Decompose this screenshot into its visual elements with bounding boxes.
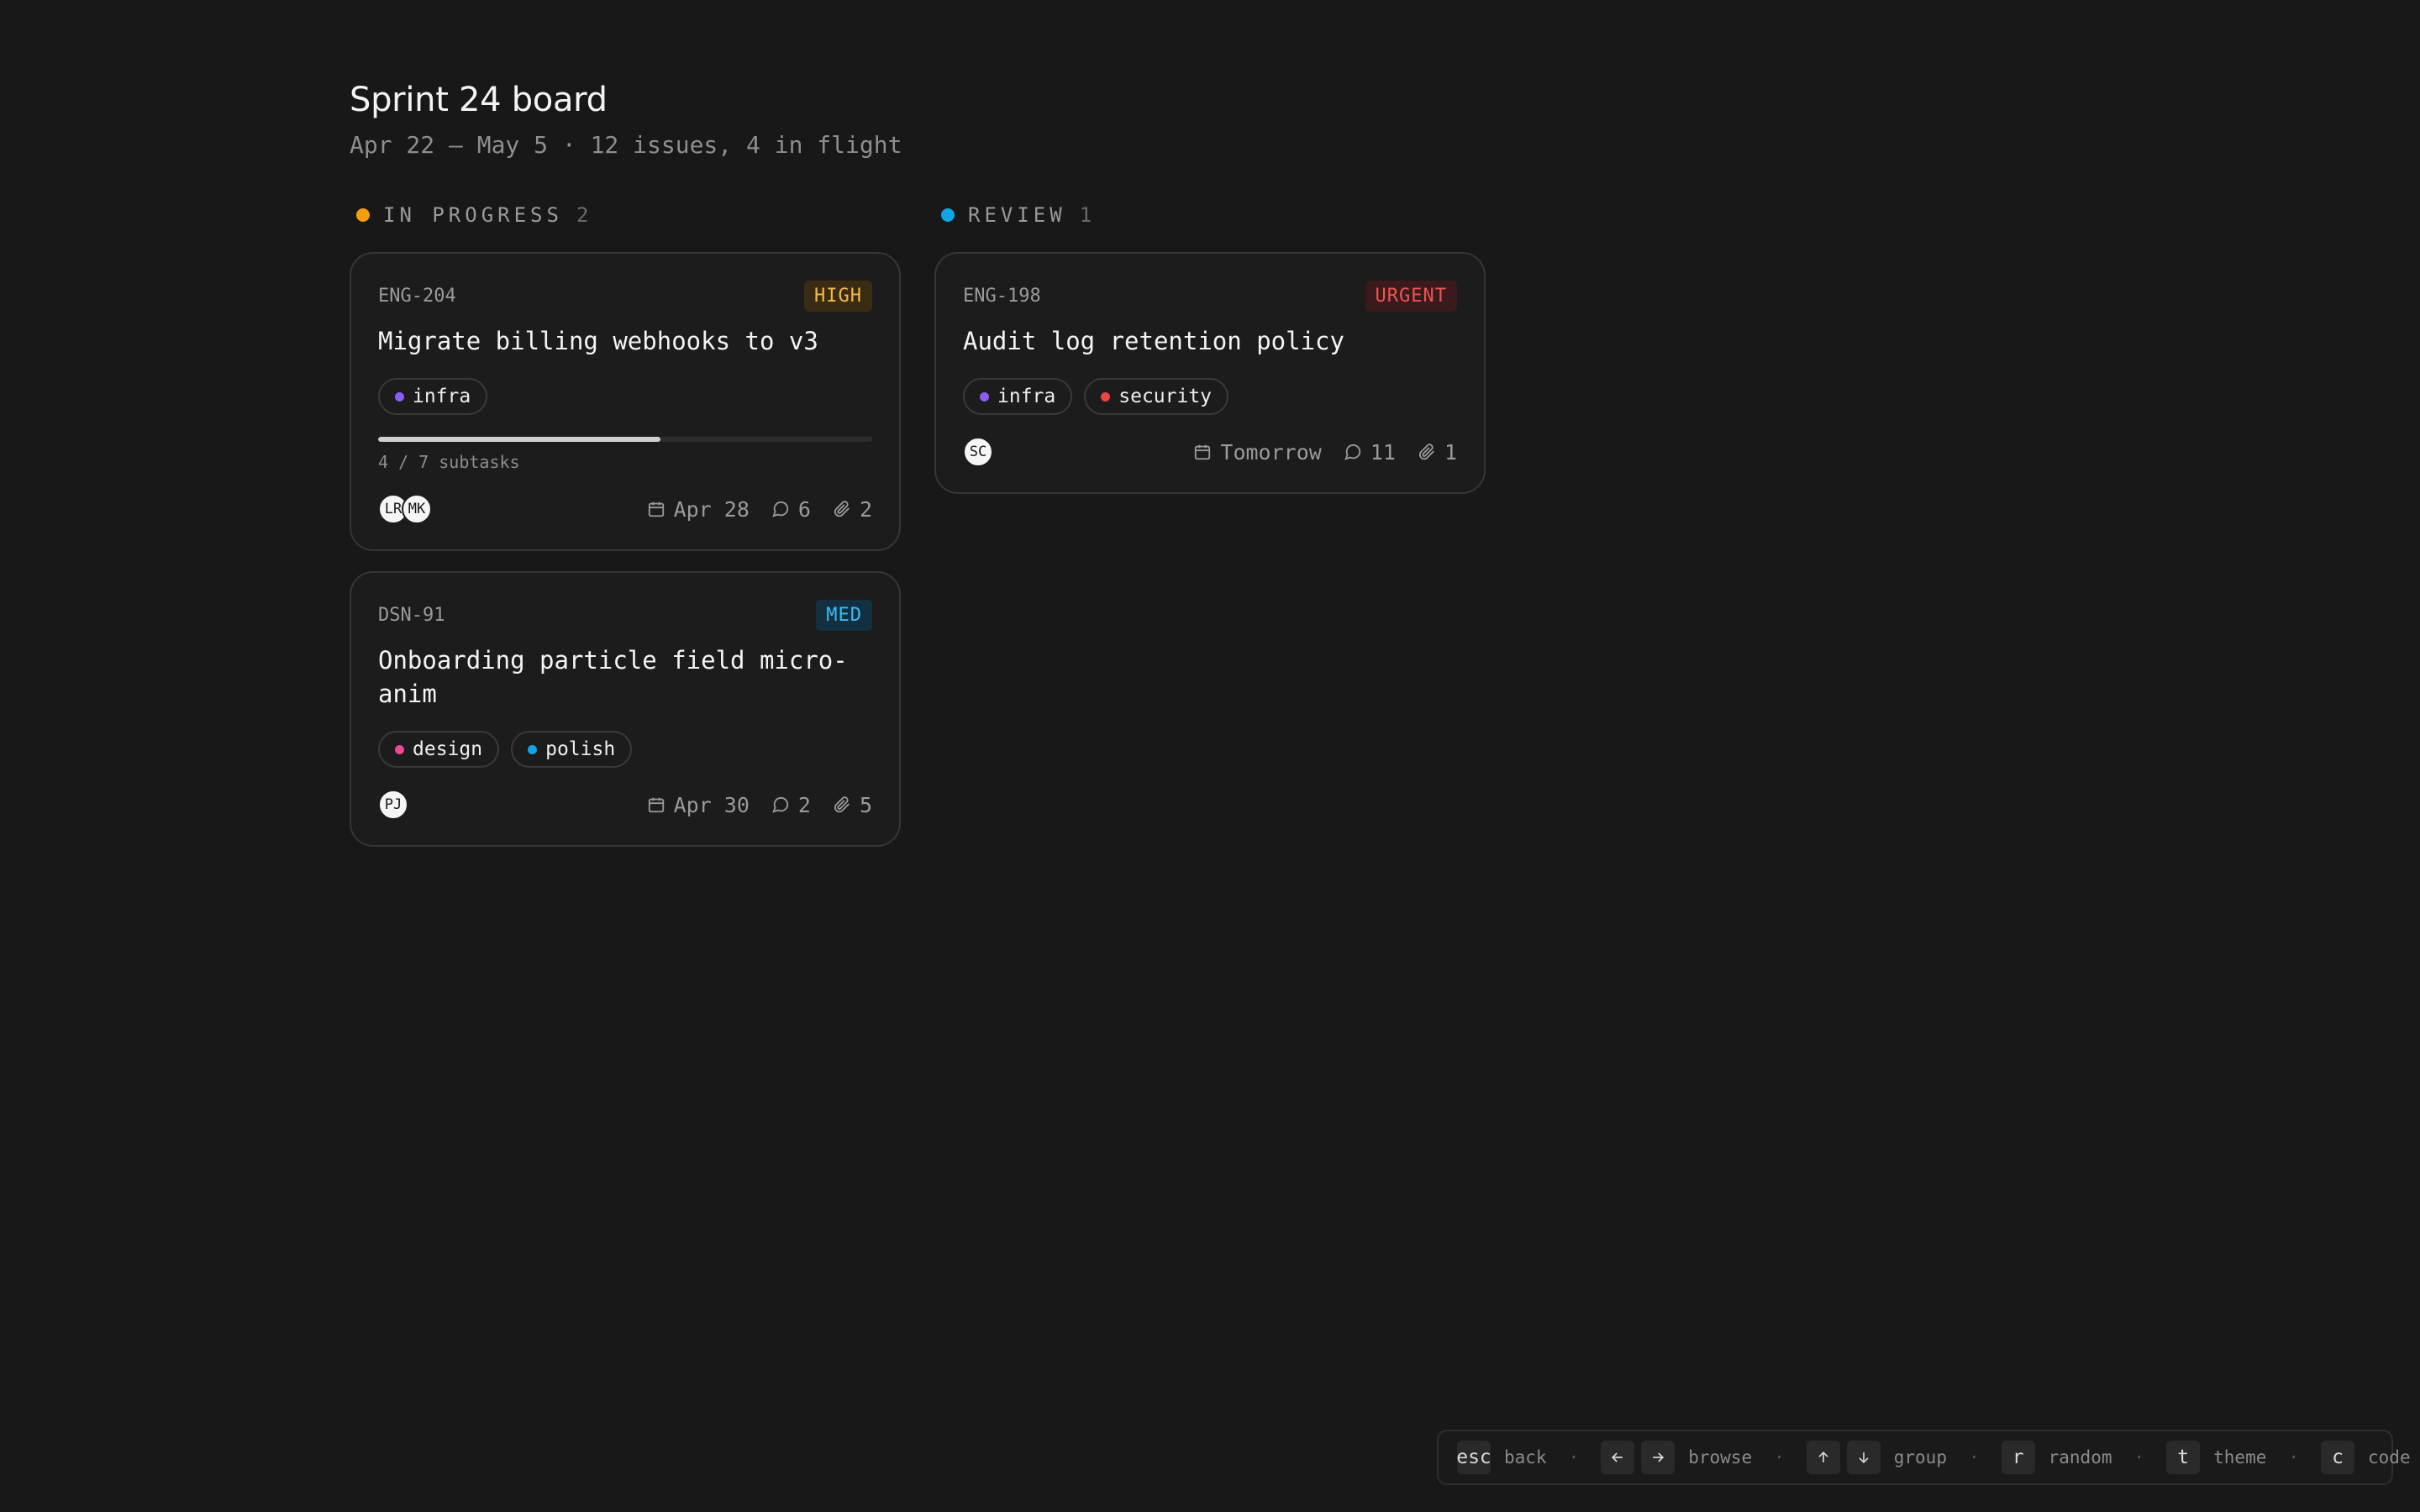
tag-label: polish xyxy=(545,738,616,760)
column-in-progress: IN PROGRESS 2 ENG-204 HIGH Migrate billi… xyxy=(350,198,901,867)
comment-count: 6 xyxy=(771,497,811,522)
arrow-down-icon xyxy=(1859,1452,1869,1464)
tag-list: design polish xyxy=(378,731,872,768)
code-key[interactable]: c xyxy=(2321,1441,2355,1474)
tag-chip[interactable]: design xyxy=(378,731,500,768)
subtask-progress-label: 4 / 7 subtasks xyxy=(378,452,520,472)
shortcut-label-random: random xyxy=(2048,1447,2112,1467)
priority-badge: MED xyxy=(816,599,872,631)
tag-label: security xyxy=(1118,386,1213,407)
paperclip-icon xyxy=(834,796,850,813)
avatar[interactable]: PJ xyxy=(378,790,408,820)
separator: · xyxy=(2288,1447,2300,1467)
arrow-right-icon xyxy=(1653,1452,1665,1462)
arrow-up-icon xyxy=(1818,1451,1828,1462)
subtask-progress-fill xyxy=(378,437,660,442)
issue-card[interactable]: ENG-198 URGENT Audit log retention polic… xyxy=(934,252,1486,494)
due-date: Apr 28 xyxy=(647,497,750,522)
comment-count: 2 xyxy=(771,793,811,817)
tag-dot xyxy=(528,744,538,754)
shortcut-label-back: back xyxy=(1504,1447,1547,1467)
issue-id: ENG-198 xyxy=(963,285,1041,307)
shortcut-bar: esc back · browse · group · r random · t… xyxy=(1437,1430,2411,1485)
tag-chip[interactable]: security xyxy=(1084,378,1229,415)
column-count: 2 xyxy=(576,203,589,227)
issue-card[interactable]: DSN-91 MED Onboarding particle field mic… xyxy=(350,571,901,847)
shortcut-label-browse: browse xyxy=(1688,1447,1753,1467)
issue-id: ENG-204 xyxy=(378,285,456,307)
attachment-count: 5 xyxy=(833,793,872,817)
assignee-list: PJ xyxy=(378,790,408,820)
comment-icon xyxy=(1344,444,1360,460)
column-title: IN PROGRESS xyxy=(383,203,563,227)
calendar-icon xyxy=(1195,444,1211,460)
random-key[interactable]: r xyxy=(2001,1441,2035,1474)
shortcut-label-theme: theme xyxy=(2213,1447,2267,1467)
page-subtitle: Apr 22 – May 5 · 12 issues, 4 in flight xyxy=(350,131,902,159)
status-dot xyxy=(356,208,370,222)
tag-label: design xyxy=(413,738,483,760)
comment-count: 11 xyxy=(1344,440,1396,465)
separator: · xyxy=(2133,1447,2145,1467)
tag-dot xyxy=(1101,391,1111,402)
assignee-list: SC xyxy=(963,437,993,467)
attachment-count: 1 xyxy=(1418,440,1457,465)
issue-title: Onboarding particle field micro-anim xyxy=(378,646,848,708)
status-dot xyxy=(941,208,955,222)
comment-icon xyxy=(772,796,789,813)
subtask-progress-bar xyxy=(378,437,872,442)
column-review: REVIEW 1 ENG-198 URGENT Audit log retent… xyxy=(934,198,1486,514)
arrow-down-key[interactable] xyxy=(1846,1441,1881,1474)
column-header[interactable]: REVIEW 1 xyxy=(934,198,1486,232)
tag-chip[interactable]: infra xyxy=(378,378,488,415)
priority-badge: HIGH xyxy=(804,280,872,312)
column-header[interactable]: IN PROGRESS 2 xyxy=(350,198,901,232)
issue-title: Migrate billing webhooks to v3 xyxy=(378,327,818,355)
board-page: Sprint 24 board Apr 22 – May 5 · 12 issu… xyxy=(0,0,2420,1512)
priority-badge: URGENT xyxy=(1365,280,1457,312)
comment-icon xyxy=(772,501,789,517)
due-date: Tomorrow xyxy=(1193,440,1322,465)
theme-key[interactable]: t xyxy=(2166,1441,2201,1474)
calendar-icon xyxy=(648,797,664,813)
issue-id: DSN-91 xyxy=(378,604,445,626)
paperclip-icon xyxy=(1418,444,1434,460)
issue-card[interactable]: ENG-204 HIGH Migrate billing webhooks to… xyxy=(350,252,901,551)
arrow-up-key[interactable] xyxy=(1806,1441,1840,1474)
tag-list: infra xyxy=(378,378,872,415)
column-title: REVIEW xyxy=(968,203,1066,227)
due-date: Apr 30 xyxy=(647,793,750,817)
avatar[interactable]: SC xyxy=(963,437,993,467)
avatar[interactable]: MK xyxy=(402,494,432,524)
column-count: 1 xyxy=(1079,203,1092,227)
arrow-right-key[interactable] xyxy=(1641,1441,1676,1474)
issue-title: Audit log retention policy xyxy=(963,327,1344,355)
attachment-count: 2 xyxy=(833,497,872,522)
shortcut-label-code: code xyxy=(2368,1447,2411,1467)
assignee-list: LR MK xyxy=(378,494,432,524)
tag-dot xyxy=(980,391,989,402)
tag-label: infra xyxy=(997,386,1056,407)
tag-chip[interactable]: infra xyxy=(963,378,1073,415)
esc-key[interactable]: esc xyxy=(1456,1441,1491,1474)
tag-list: infra security xyxy=(963,378,1457,415)
arrow-left-icon xyxy=(1612,1452,1623,1462)
calendar-icon xyxy=(648,501,664,517)
tag-chip[interactable]: polish xyxy=(511,731,633,768)
separator: · xyxy=(1774,1447,1785,1467)
arrow-left-key[interactable] xyxy=(1601,1441,1635,1474)
paperclip-icon xyxy=(834,501,850,517)
tag-dot xyxy=(395,744,404,754)
tag-dot xyxy=(395,391,404,402)
shortcut-label-group: group xyxy=(1893,1447,1947,1467)
separator: · xyxy=(1568,1447,1580,1467)
tag-label: infra xyxy=(413,386,471,407)
separator: · xyxy=(1968,1447,1980,1467)
page-title: Sprint 24 board xyxy=(350,81,608,119)
